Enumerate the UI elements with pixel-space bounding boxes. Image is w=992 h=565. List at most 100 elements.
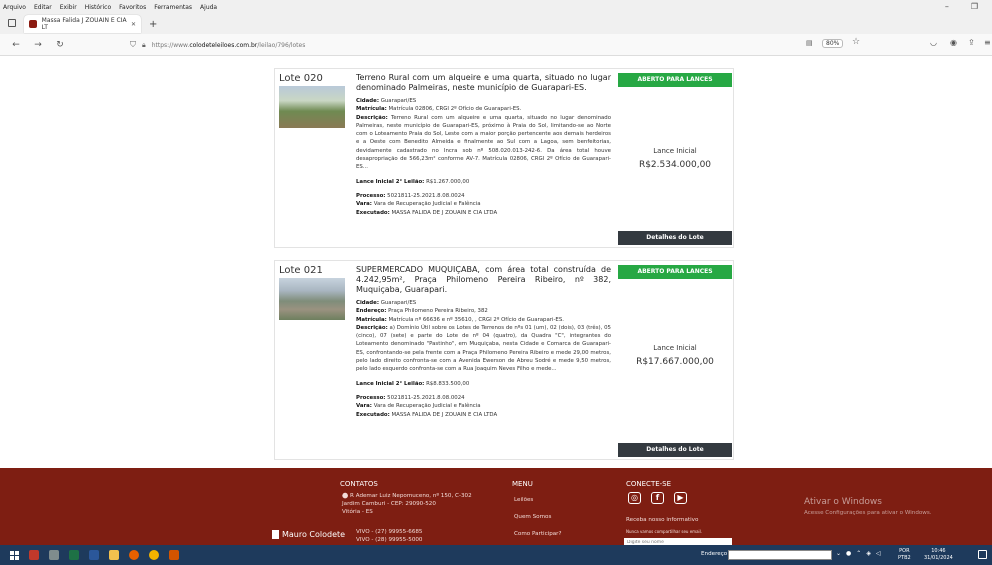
pocket-icon[interactable]: ◡ [930,38,937,47]
menu-icon[interactable]: ≡ [984,38,991,47]
chevron-down-icon[interactable]: ⌄ [836,550,841,557]
lance-inicial-label: Lance Inicial [653,147,697,155]
menu-historico[interactable]: Histórico [85,4,111,11]
footer-link-quem-somos[interactable]: Quem Somos [514,513,551,521]
url-prefix: https://www. [151,41,190,49]
contact-address: ⬤ R Ademar Luiz Nepomuceno, nº 150, C-30… [342,493,472,515]
address-toolbar-label: Endereço [701,551,728,557]
lot-number: Lote 020 [279,73,323,84]
menu-favoritos[interactable]: Favoritos [119,4,146,11]
location-icon: ⬤ [342,493,349,499]
details-button[interactable]: Detalhes do Lote [618,231,732,245]
nav-bar: ← → ↻ ⛉ 🔒︎ https://www. colodeteleiloes.c… [0,34,992,56]
close-tab-icon[interactable]: ✕ [131,21,136,28]
lot-vara: Vara: Vara de Recuperação Judicial e Fal… [356,201,481,208]
shield-icon[interactable]: ⛉ [130,40,136,50]
input-language[interactable]: POR PTB2 [898,548,911,562]
chevron-up-icon[interactable]: ⌃ [856,550,861,557]
tab-title: Massa Falida J ZOUAIN E CIA LT [41,17,127,31]
windows-activation-watermark: Ativar o Windows Acesse Configurações pa… [804,497,932,516]
lot-lance-2: Lance Inicial 2° Leilão: R$1.267.000,00 [356,178,470,185]
chrome-icon[interactable] [149,550,159,560]
url-bar[interactable]: ⛉ 🔒︎ https://www. colodeteleiloes.com.br /… [130,38,810,52]
word-icon[interactable] [89,550,99,560]
app-icon-2[interactable] [49,550,59,560]
tab-list-icon[interactable] [8,19,16,27]
back-icon[interactable]: ← [10,40,22,50]
lot-side: ABERTO PARA LANCES Lance Inicial R$17.66… [618,265,732,457]
lot-title[interactable]: Terreno Rural com um alqueire e uma quar… [356,73,611,93]
footer-logo[interactable]: Mauro Colodete [272,530,345,539]
instagram-icon[interactable]: ◎ [628,492,641,504]
reload-icon[interactable]: ↻ [54,40,66,50]
menu-editar[interactable]: Editar [34,4,52,11]
page-content: Lote 020 Terreno Rural com um alqueire e… [0,56,992,468]
minimize-icon[interactable]: – [945,2,949,11]
lot-card: Lote 021 SUPERMERCADO MUQUIÇABA, com áre… [274,260,734,460]
lot-processo: Processo: 5021811-25.2021.8.08.0024 [356,192,465,199]
account-icon[interactable]: ◉ [950,38,957,47]
restore-icon[interactable]: ❐ [971,2,978,11]
windows-start-icon[interactable] [10,550,19,560]
newsletter-label: Receba nosso informativo [626,517,699,523]
browser-tab[interactable]: Massa Falida J ZOUAIN E CIA LT ✕ [24,15,141,33]
lot-number: Lote 021 [279,265,323,276]
phone-1[interactable]: VIVO - (27) 99955-6685 [356,528,423,536]
url-host: colodeteleiloes.com.br [189,41,258,49]
conecte-title: CONECTE-SE [626,480,672,488]
lot-side: ABERTO PARA LANCES Lance Inicial R$2.534… [618,73,732,245]
file-explorer-icon[interactable] [109,550,119,560]
lance-inicial-value: R$17.667.000,00 [636,357,714,367]
lot-body: SUPERMERCADO MUQUIÇABA, com área total c… [356,265,611,419]
lance-inicial-label: Lance Inicial [653,344,697,352]
lot-executado: Executado: MASSA FALIDA DE J ZOUAIN E CI… [356,411,498,418]
lock-icon[interactable]: 🔒︎ [142,41,146,50]
lot-descricao: Descrição: a) Domínio Útil sobre os Lote… [356,324,611,373]
lot-thumbnail[interactable] [279,86,345,128]
contact-phones: VIVO - (27) 99955-6685 VIVO - (28) 99955… [356,528,423,544]
lot-executado: Executado: MASSA FALIDA DE J ZOUAIN E CI… [356,209,498,216]
menu-ferramentas[interactable]: Ferramentas [154,4,192,11]
app-icon-3[interactable] [169,550,179,560]
footer-link-leiloes[interactable]: Leilões [514,496,533,504]
notification-icon[interactable] [978,550,987,559]
app-icon-1[interactable] [29,550,39,560]
menu-ajuda[interactable]: Ajuda [200,4,217,11]
site-footer: CONTATOS ⬤ R Ademar Luiz Nepomuceno, nº … [0,468,992,547]
forward-icon[interactable]: → [32,40,44,50]
phone-2[interactable]: VIVO - (28) 99955-5000 [356,536,423,544]
speaker-icon[interactable]: ◁ [876,550,881,557]
share-icon[interactable]: ⇪ [968,38,975,47]
network-icon[interactable]: ◈ [866,550,871,557]
menu-arquivo[interactable]: Arquivo [3,4,26,11]
contatos-title: CONTATOS [340,480,378,488]
menu-exibir[interactable]: Exibir [60,4,77,11]
lot-lance-2: Lance Inicial 2° Leilão: R$8.833.500,00 [356,380,470,387]
details-button[interactable]: Detalhes do Lote [618,443,732,457]
address-toolbar-input[interactable] [728,550,832,560]
lot-cidade: Cidade: Guarapari/ES [356,98,417,104]
url-path: /leilao/796/lotes [257,41,306,49]
lot-card: Lote 020 Terreno Rural com um alqueire e… [274,68,734,248]
youtube-icon[interactable]: ▶ [674,492,687,504]
logo-text: Mauro Colodete [282,530,346,539]
footer-link-como-participar[interactable]: Como Participar? [514,530,561,538]
logo-mark-icon [272,530,279,539]
zoom-level[interactable]: 80% [822,39,844,48]
lot-thumbnail[interactable] [279,278,345,320]
firefox-icon[interactable] [129,550,139,560]
new-tab-icon[interactable]: + [149,19,157,30]
lot-cidade: Cidade: Guarapari/ES [356,300,417,306]
lot-descricao: Descrição: Terreno Rural com um alqueire… [356,114,612,171]
tray-app-icon[interactable]: ● [846,550,851,557]
newsletter-note: Nunca vamos compartilhar seu email. [626,529,703,534]
lot-title[interactable]: SUPERMERCADO MUQUIÇABA, com área total c… [356,265,611,295]
lot-endereco: Endereço: Praça Philomeno Pereira Ribeir… [356,308,488,315]
reader-view-icon[interactable]: ▤ [806,39,813,47]
excel-icon[interactable] [69,550,79,560]
facebook-icon[interactable]: f [651,492,664,504]
window-controls: – ❐ [945,2,986,11]
lot-body: Terreno Rural com um alqueire e uma quar… [356,73,611,217]
bookmark-star-icon[interactable]: ☆ [852,37,860,47]
taskbar-clock[interactable]: 10:46 31/01/2024 [924,548,953,562]
